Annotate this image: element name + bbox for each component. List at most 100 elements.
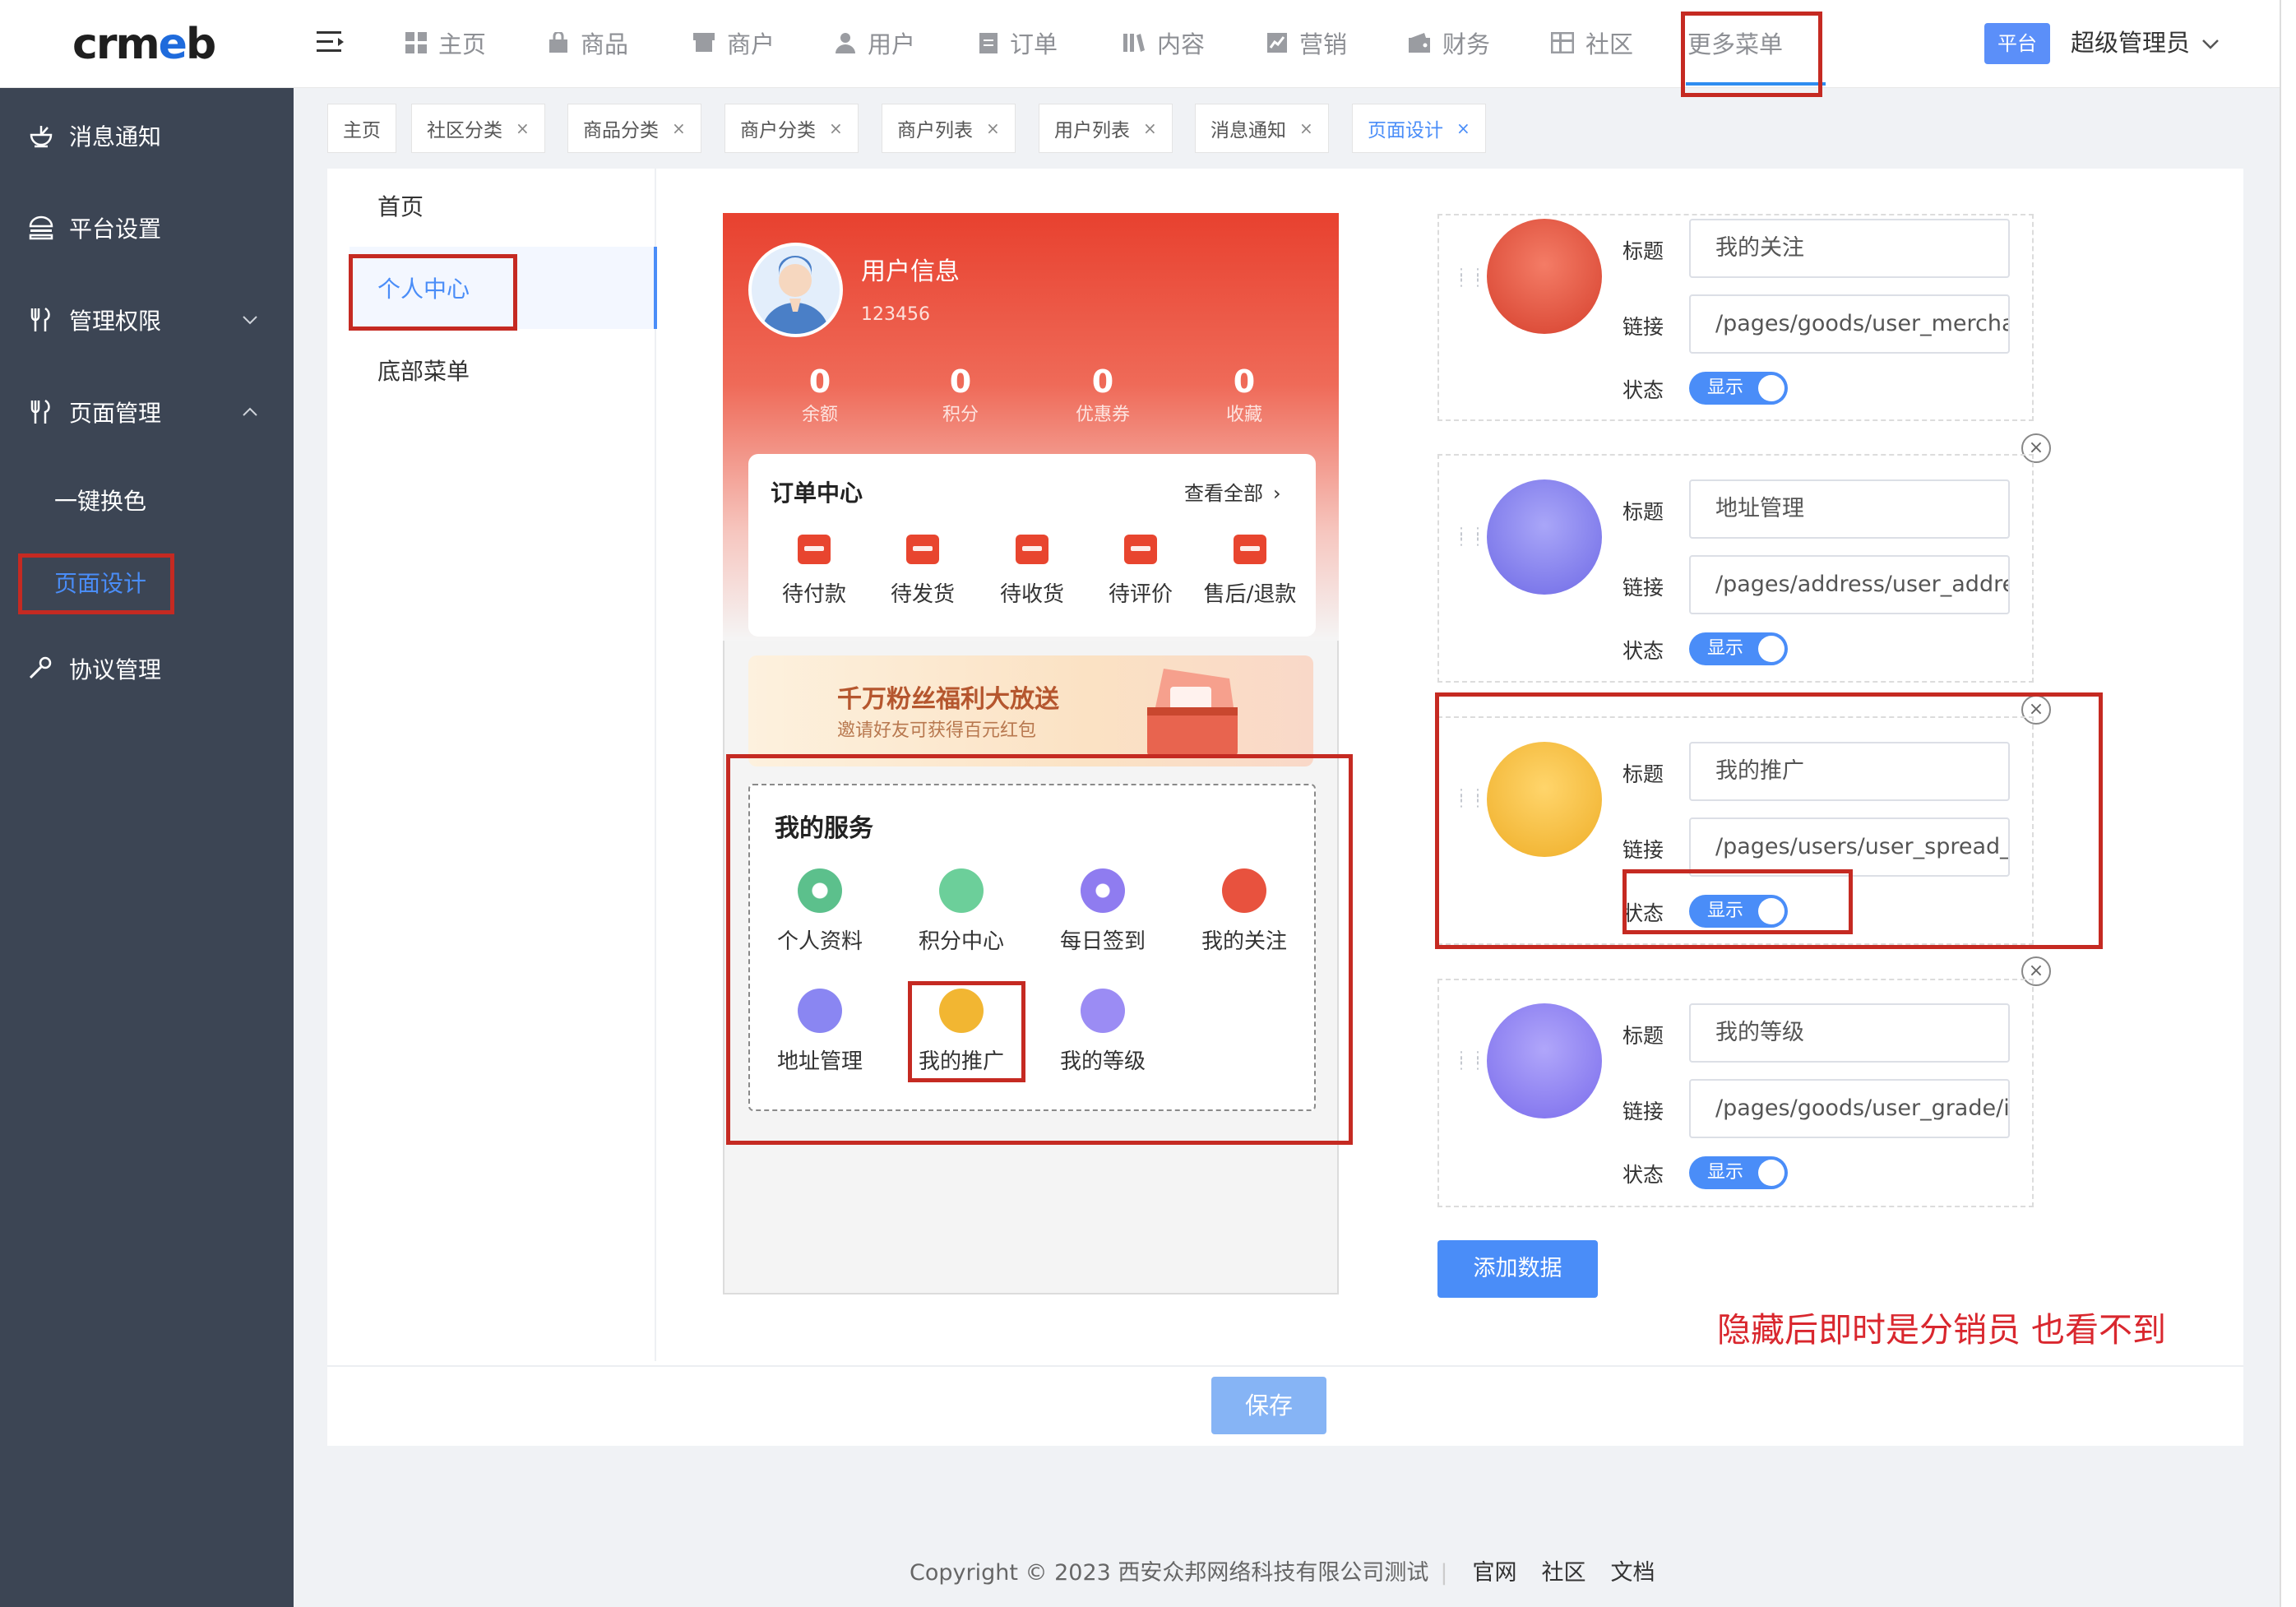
status-toggle[interactable]: 显示 <box>1689 895 1788 928</box>
nav-user[interactable]: 用户 <box>835 18 915 67</box>
service-my-promotion[interactable]: 我的推广 <box>900 989 1023 1075</box>
points-icon <box>939 868 984 913</box>
close-icon[interactable]: × <box>672 118 686 138</box>
nav-community[interactable]: 社区 <box>1551 18 1633 67</box>
save-button[interactable]: 保存 <box>1211 1377 1326 1434</box>
nav-merchant[interactable]: 商户 <box>692 18 775 67</box>
link-label: 链接 <box>1622 315 1664 339</box>
title-input[interactable]: 我的等级 <box>1689 1003 2010 1063</box>
page-nav-user-center[interactable]: 个人中心 <box>377 271 470 304</box>
tab-notifications[interactable]: 消息通知 × <box>1195 104 1329 153</box>
sidebar-item-agreements[interactable]: 协议管理 <box>0 636 294 702</box>
nav-goods[interactable]: 商品 <box>548 18 628 67</box>
bell-icon <box>28 123 54 148</box>
close-icon[interactable]: × <box>1143 118 1157 138</box>
service-daily-checkin[interactable]: 每日签到 <box>1041 868 1164 955</box>
sidebar-item-page-management[interactable]: 页面管理 <box>0 379 294 445</box>
status-toggle[interactable]: 显示 <box>1689 372 1788 405</box>
footer-link-docs[interactable]: 文档 <box>1611 1560 1655 1586</box>
link-input[interactable]: /pages/address/user_address_list/index <box>1689 555 2010 614</box>
order-pending-review[interactable]: 待评价 <box>1087 535 1194 608</box>
chevron-up-icon <box>242 407 258 417</box>
tab-home[interactable]: 主页 <box>327 104 396 153</box>
nav-order[interactable]: 订单 <box>979 18 1058 67</box>
view-all-link[interactable]: 查看全部 › <box>1184 477 1281 506</box>
order-pending-payment[interactable]: 待付款 <box>761 535 868 608</box>
chevron-right-icon: › <box>1273 482 1281 505</box>
chart-icon <box>1266 32 1288 53</box>
stat-balance[interactable]: 0 余额 <box>771 362 869 429</box>
drag-handle-icon[interactable]: ⋮⋮ ⋮⋮ <box>1454 267 1485 313</box>
community-icon <box>1551 32 1574 53</box>
settings-icon <box>28 215 54 240</box>
stat-coupons[interactable]: 0 优惠券 <box>1053 362 1152 429</box>
close-icon[interactable]: × <box>829 118 843 138</box>
order-after-sales[interactable]: 售后/退款 <box>1196 535 1304 608</box>
admin-menu[interactable]: 超级管理员 <box>2071 25 2220 61</box>
nav-marketing[interactable]: 营销 <box>1266 18 1347 67</box>
order-pending-shipment[interactable]: 待发货 <box>869 535 976 608</box>
close-icon[interactable]: × <box>986 118 1000 138</box>
tab-merchant-list[interactable]: 商户列表 × <box>882 104 1016 153</box>
service-my-level[interactable]: 我的等级 <box>1041 989 1164 1075</box>
grid-icon <box>405 32 427 53</box>
banner-subtitle: 邀请好友可获得百元红包 <box>837 720 1037 741</box>
title-input[interactable]: 地址管理 <box>1689 479 2010 539</box>
status-toggle[interactable]: 显示 <box>1689 632 1788 665</box>
order-pending-receipt[interactable]: 待收货 <box>979 535 1086 608</box>
service-my-follow[interactable]: 我的关注 <box>1183 868 1306 955</box>
tab-user-list[interactable]: 用户列表 × <box>1039 104 1173 153</box>
close-icon[interactable]: × <box>1299 118 1313 138</box>
footer: Copyright © 2023 西安众邦网络科技有限公司测试 | 官网 社区 文档 <box>910 1560 1655 1586</box>
tab-community-category[interactable]: 社区分类 × <box>411 104 545 153</box>
close-icon[interactable]: × <box>516 118 530 138</box>
nav-content[interactable]: 内容 <box>1123 18 1205 67</box>
tab-merchant-category[interactable]: 商户分类 × <box>724 104 859 153</box>
menu-toggle-icon[interactable] <box>317 30 345 54</box>
footer-link-official[interactable]: 官网 <box>1473 1560 1517 1586</box>
sidebar-subitem-theme-color[interactable]: 一键换色 <box>54 484 146 516</box>
status-label: 状态 <box>1622 1163 1664 1187</box>
link-label: 链接 <box>1622 576 1664 600</box>
logo[interactable]: crmeb <box>72 20 216 69</box>
promotion-icon <box>939 989 984 1033</box>
title-input[interactable]: 我的关注 <box>1689 219 2010 278</box>
title-input[interactable]: 我的推广 <box>1689 742 2010 801</box>
stat-points[interactable]: 0 积分 <box>911 362 1010 429</box>
promotion-icon <box>1487 742 1602 857</box>
footer-link-community[interactable]: 社区 <box>1542 1560 1586 1586</box>
wrench-icon <box>28 656 53 681</box>
nav-active-indicator <box>1686 82 1826 86</box>
add-data-button[interactable]: 添加数据 <box>1437 1240 1598 1298</box>
service-points-center[interactable]: 积分中心 <box>900 868 1023 955</box>
link-input[interactable]: /pages/users/user_spread_user/index <box>1689 817 2010 877</box>
nav-more-menu[interactable]: 更多菜单 <box>1687 18 1783 67</box>
service-address[interactable]: 地址管理 <box>758 989 882 1075</box>
status-toggle[interactable]: 显示 <box>1689 1156 1788 1189</box>
chevron-down-icon <box>2201 39 2220 50</box>
link-label: 链接 <box>1622 1100 1664 1123</box>
drag-handle-icon[interactable]: ⋮⋮ ⋮⋮ <box>1454 526 1485 572</box>
order-icon <box>979 31 998 54</box>
annotation-note: 隐藏后即时是分销员 也看不到 <box>1717 1310 2167 1350</box>
page-nav-bottom-menu[interactable]: 底部菜单 <box>377 354 470 387</box>
box-icon <box>1016 535 1048 564</box>
status-label: 状态 <box>1622 639 1664 663</box>
nav-finance[interactable]: 财务 <box>1408 18 1490 67</box>
page-nav-home[interactable]: 首页 <box>377 189 424 222</box>
nav-home[interactable]: 主页 <box>405 18 486 67</box>
sidebar-item-permissions[interactable]: 管理权限 <box>0 287 294 353</box>
sidebar-subitem-page-design[interactable]: 页面设计 <box>54 566 146 599</box>
tab-page-design[interactable]: 页面设计 × <box>1352 104 1486 153</box>
link-input[interactable]: /pages/goods/user_merchant_collect/index <box>1689 294 2010 354</box>
sidebar-item-platform-settings[interactable]: 平台设置 <box>0 195 294 261</box>
tab-goods-category[interactable]: 商品分类 × <box>567 104 701 153</box>
link-input[interactable]: /pages/goods/user_grade/index <box>1689 1079 2010 1138</box>
service-profile[interactable]: 个人资料 <box>758 868 882 955</box>
checkin-icon <box>1081 868 1125 913</box>
stat-favorites[interactable]: 0 收藏 <box>1195 362 1294 429</box>
close-icon[interactable]: × <box>1456 118 1470 138</box>
drag-handle-icon[interactable]: ⋮⋮ ⋮⋮ <box>1454 788 1485 833</box>
sidebar-item-notifications[interactable]: 消息通知 <box>0 103 294 169</box>
drag-handle-icon[interactable]: ⋮⋮ ⋮⋮ <box>1454 1050 1485 1095</box>
